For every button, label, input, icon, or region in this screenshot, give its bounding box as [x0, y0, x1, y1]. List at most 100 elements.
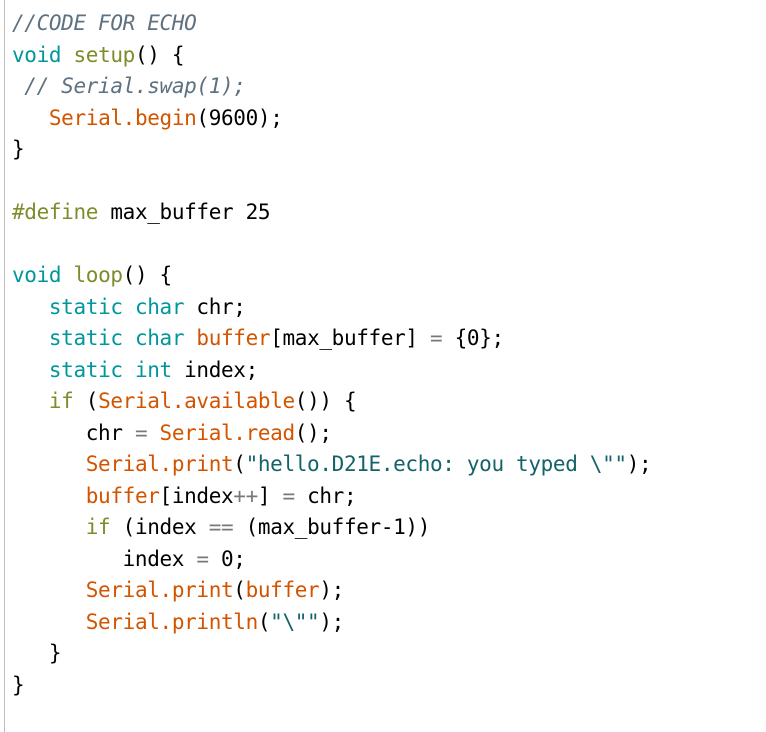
code-token-brace: ();: [294, 420, 332, 445]
code-token-ident: buffer: [85, 483, 160, 508]
code-token-brace: (: [257, 609, 271, 634]
code-token-plain: chr;: [294, 483, 357, 508]
code-token-keyword: void: [12, 263, 62, 287]
code-token-plain: };: [479, 326, 504, 350]
code-line: static char chr;: [12, 292, 766, 324]
code-token-op: =: [430, 326, 443, 350]
code-token-string: "hello.D21E.echo: you typed \"": [245, 452, 627, 476]
code-token-brace: () {: [122, 263, 173, 287]
code-token-brace: );: [319, 609, 344, 634]
code-token-ident: Serial.print: [85, 578, 234, 602]
code-line: static int index;: [12, 355, 766, 387]
code-token-plain: max_buffer: [98, 200, 246, 224]
code-token-keyword: static char: [48, 326, 185, 350]
code-line: void setup() {: [12, 40, 766, 72]
code-token-brace: }: [12, 137, 25, 161]
code-token-plain: (max_buffer-: [233, 515, 394, 539]
code-line: // Serial.swap(1);: [12, 71, 766, 103]
code-line: Serial.println("\"");: [12, 607, 766, 639]
code-line: }: [12, 670, 766, 702]
code-token-number: 1: [393, 515, 406, 539]
code-token-keyword: static int: [48, 357, 172, 382]
code-line: index = 0;: [12, 544, 766, 576]
code-token-plain: (: [73, 389, 99, 413]
code-token-plain: index;: [171, 357, 258, 382]
code-token-pre: if: [85, 515, 111, 539]
code-token-brace: (: [233, 578, 246, 602]
code-token-op: ++: [233, 483, 258, 508]
code-token-number: 0: [466, 326, 480, 350]
code-token-plain: [index: [159, 483, 234, 508]
code-line: if (index == (max_buffer-1)): [12, 512, 766, 544]
code-line: Serial.print(buffer);: [12, 575, 766, 607]
code-token-ident: buffer: [196, 326, 271, 350]
code-token-plain: chr: [12, 420, 135, 445]
code-line: void loop() {: [12, 260, 766, 292]
code-token-func: loop: [73, 263, 123, 287]
code-token-pre: #define: [12, 200, 99, 224]
code-token-number: 25: [245, 200, 271, 224]
code-token-brace: }: [12, 672, 25, 697]
code-line: static char buffer[max_buffer] = {0};: [12, 323, 766, 355]
code-token-pre: if: [48, 389, 74, 413]
code-token-comment: // Serial.swap(1);: [24, 74, 246, 98]
code-token-ident: Serial.print: [85, 452, 234, 476]
code-token-op: ==: [208, 515, 234, 539]
code-token-comment: //CODE FOR ECHO: [12, 11, 197, 35]
code-line: }: [12, 134, 766, 166]
code-token-brace: }: [48, 641, 62, 665]
code-token-plain: (index: [110, 515, 209, 539]
code-token-brace: (: [196, 105, 209, 130]
code-token-op: =: [282, 483, 295, 508]
code-token-brace: );: [626, 452, 652, 476]
code-token-ident: Serial.available: [98, 389, 295, 413]
code-token-func: setup: [73, 42, 135, 67]
code-text-area[interactable]: //CODE FOR ECHO void setup() { // Serial.…: [12, 8, 766, 732]
code-token-ident: Serial.println: [85, 609, 258, 634]
code-token-brace: );: [319, 578, 344, 602]
code-token-plain: ]: [257, 483, 283, 508]
code-line: //CODE FOR ECHO: [12, 8, 766, 40]
code-token-ident: buffer: [245, 578, 320, 602]
code-token-plain: index: [12, 546, 197, 571]
code-token-op: =: [134, 420, 148, 445]
code-token-keyword: void: [12, 42, 62, 67]
code-token-plain: chr;: [184, 294, 246, 319]
code-line: Serial.print("hello.D21E.echo: you typed…: [12, 449, 766, 481]
code-token-brace: ()) {: [294, 389, 357, 413]
code-line: #define max_buffer 25: [12, 197, 766, 229]
code-token-op: =: [196, 546, 209, 571]
code-token-plain: [max_buffer]: [270, 326, 430, 350]
code-token-plain: {: [442, 326, 468, 350]
code-token-keyword: static char: [48, 294, 185, 319]
code-line: buffer[index++] = chr;: [12, 481, 766, 513]
code-line: if (Serial.available()) {: [12, 386, 766, 418]
editor-gutter-rule: [4, 0, 5, 732]
code-token-brace: );: [257, 105, 283, 130]
code-token-plain: ;: [233, 546, 246, 571]
code-token-ident: Serial.begin: [48, 105, 197, 130]
code-token-number: 0: [221, 546, 234, 571]
code-token-number: 9600: [208, 105, 259, 130]
code-token-ident: Serial.read: [159, 420, 296, 445]
code-token-plain: )): [405, 515, 431, 539]
code-line: chr = Serial.read();: [12, 418, 766, 450]
code-token-string: "\"": [270, 609, 320, 634]
